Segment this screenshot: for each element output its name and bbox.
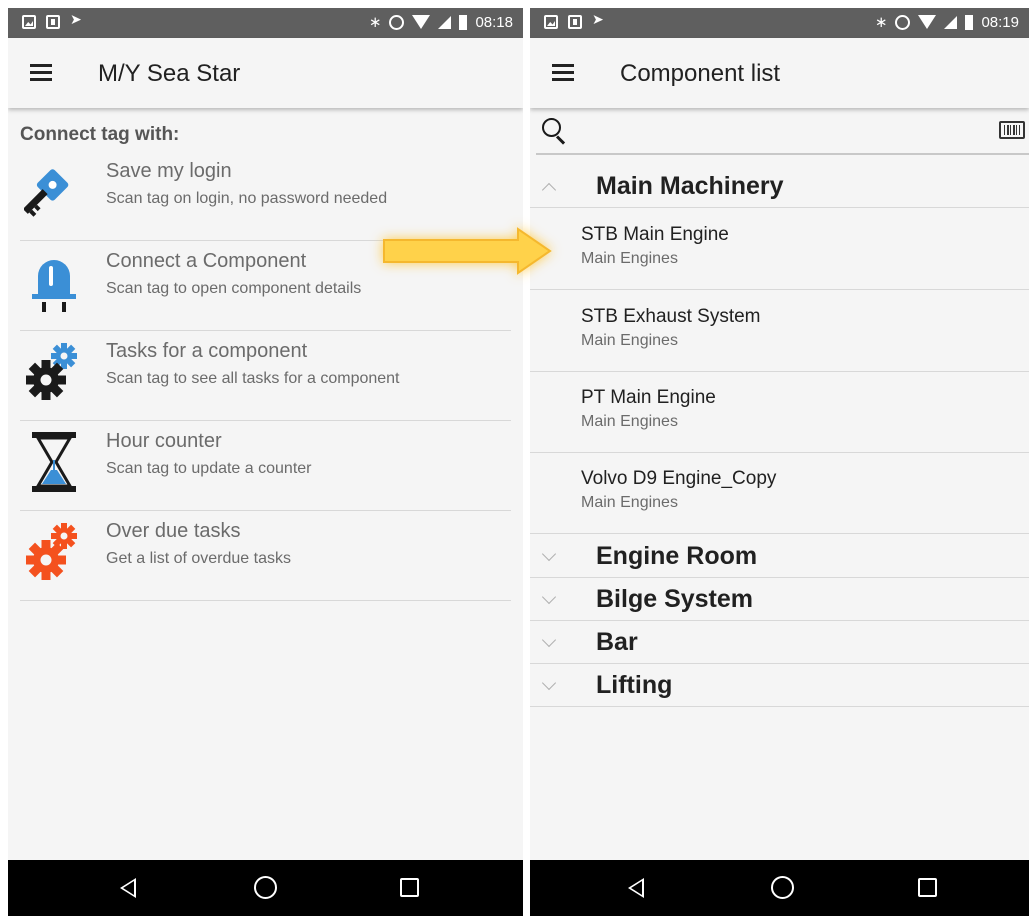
component-list: Main Machinery STB Main Engine Main Engi… <box>530 108 1029 860</box>
group-header-lifting[interactable]: Lifting <box>530 664 1029 707</box>
chevron-down-icon <box>541 632 557 648</box>
image-notification-icon <box>22 15 36 29</box>
tag-options-list: Connect tag with: Save my login Scan tag… <box>8 108 523 860</box>
back-icon[interactable] <box>628 878 644 898</box>
component-subtitle: Main Engines <box>581 250 678 267</box>
recent-apps-icon[interactable] <box>918 878 937 897</box>
menu-item-title: Over due tasks <box>106 520 241 542</box>
chevron-up-icon <box>541 182 557 198</box>
component-subtitle: Main Engines <box>581 494 678 511</box>
chevron-down-icon <box>541 589 557 605</box>
component-title: Volvo D9 Engine_Copy <box>581 468 777 489</box>
menu-item-subtitle: Scan tag to open component details <box>106 280 362 297</box>
search-bar[interactable] <box>536 108 1029 155</box>
group-header-bar[interactable]: Bar <box>530 621 1029 664</box>
recent-apps-icon[interactable] <box>400 878 419 897</box>
component-subtitle: Main Engines <box>581 413 678 430</box>
component-subtitle: Main Engines <box>581 332 678 349</box>
nfc-notification-icon <box>70 11 84 29</box>
download-notification-icon <box>46 15 60 29</box>
status-time: 08:18 <box>475 13 513 31</box>
barcode-scan-icon[interactable] <box>999 121 1025 139</box>
group-header-bilge-system[interactable]: Bilge System <box>530 578 1029 621</box>
component-item[interactable]: STB Main Engine Main Engines <box>530 208 1029 290</box>
component-item[interactable]: PT Main Engine Main Engines <box>530 371 1029 453</box>
wifi-icon <box>412 15 431 29</box>
menu-item-title: Hour counter <box>106 430 222 452</box>
home-icon[interactable] <box>254 876 277 899</box>
bluetooth-icon: ∗ <box>874 14 888 31</box>
group-title: Bar <box>596 628 638 656</box>
left-screen: ∗ 08:18 M/Y Sea Star Connect tag with: <box>8 8 523 916</box>
cellular-signal-icon <box>438 15 452 29</box>
group-title: Lifting <box>596 671 673 699</box>
status-time: 08:19 <box>981 13 1019 31</box>
menu-item-subtitle: Scan tag to update a counter <box>106 460 312 477</box>
component-title: PT Main Engine <box>581 387 716 408</box>
gears-icon <box>24 340 84 404</box>
section-title: Connect tag with: <box>20 124 180 145</box>
group-header-main-machinery[interactable]: Main Machinery <box>530 165 1029 208</box>
right-screen: ∗ 08:19 Component list Main Machinery ST… <box>530 8 1029 916</box>
red-gears-icon <box>24 520 84 584</box>
highlight-arrow-icon <box>378 226 558 276</box>
navigation-bar <box>530 860 1029 916</box>
app-title: Component list <box>620 60 781 87</box>
component-title: STB Main Engine <box>581 224 729 245</box>
nfc-notification-icon <box>592 11 606 29</box>
battery-icon <box>459 14 468 30</box>
component-item[interactable]: Volvo D9 Engine_Copy Main Engines <box>530 452 1029 534</box>
menu-item-title: Tasks for a component <box>106 340 308 362</box>
menu-item-hour-counter[interactable]: Hour counter Scan tag to update a counte… <box>20 420 511 511</box>
status-bar: ∗ 08:18 <box>8 8 523 38</box>
download-notification-icon <box>568 15 582 29</box>
key-icon <box>22 160 84 224</box>
group-header-engine-room[interactable]: Engine Room <box>530 535 1029 578</box>
chevron-down-icon <box>541 546 557 562</box>
menu-item-overdue-tasks[interactable]: Over due tasks Get a list of overdue tas… <box>20 510 511 601</box>
cellular-signal-icon <box>944 15 958 29</box>
wifi-icon <box>918 15 937 29</box>
alarm-icon <box>389 14 405 30</box>
menu-icon[interactable] <box>30 64 52 81</box>
menu-item-subtitle: Get a list of overdue tasks <box>106 550 291 567</box>
app-bar: M/Y Sea Star <box>8 38 523 108</box>
menu-item-tasks-component[interactable]: Tasks for a component Scan tag to see al… <box>20 330 511 421</box>
home-icon[interactable] <box>771 876 794 899</box>
back-icon[interactable] <box>120 878 136 898</box>
menu-icon[interactable] <box>552 64 574 81</box>
group-title: Main Machinery <box>596 172 784 200</box>
plug-icon <box>24 250 84 314</box>
menu-item-subtitle: Scan tag on login, no password needed <box>106 190 388 207</box>
app-title: M/Y Sea Star <box>98 60 241 87</box>
navigation-bar <box>8 860 523 916</box>
group-title: Bilge System <box>596 585 754 613</box>
component-item[interactable]: STB Exhaust System Main Engines <box>530 290 1029 372</box>
bluetooth-icon: ∗ <box>368 14 382 31</box>
menu-item-title: Save my login <box>106 160 232 182</box>
menu-item-subtitle: Scan tag to see all tasks for a componen… <box>106 370 400 387</box>
battery-icon <box>965 14 974 30</box>
status-bar: ∗ 08:19 <box>530 8 1029 38</box>
group-title: Engine Room <box>596 542 758 570</box>
search-icon[interactable] <box>542 118 568 145</box>
chevron-down-icon <box>541 675 557 691</box>
app-bar: Component list <box>530 38 1029 108</box>
menu-item-title: Connect a Component <box>106 250 307 272</box>
alarm-icon <box>895 14 911 30</box>
component-title: STB Exhaust System <box>581 306 761 327</box>
image-notification-icon <box>544 15 558 29</box>
hourglass-icon <box>24 430 84 494</box>
